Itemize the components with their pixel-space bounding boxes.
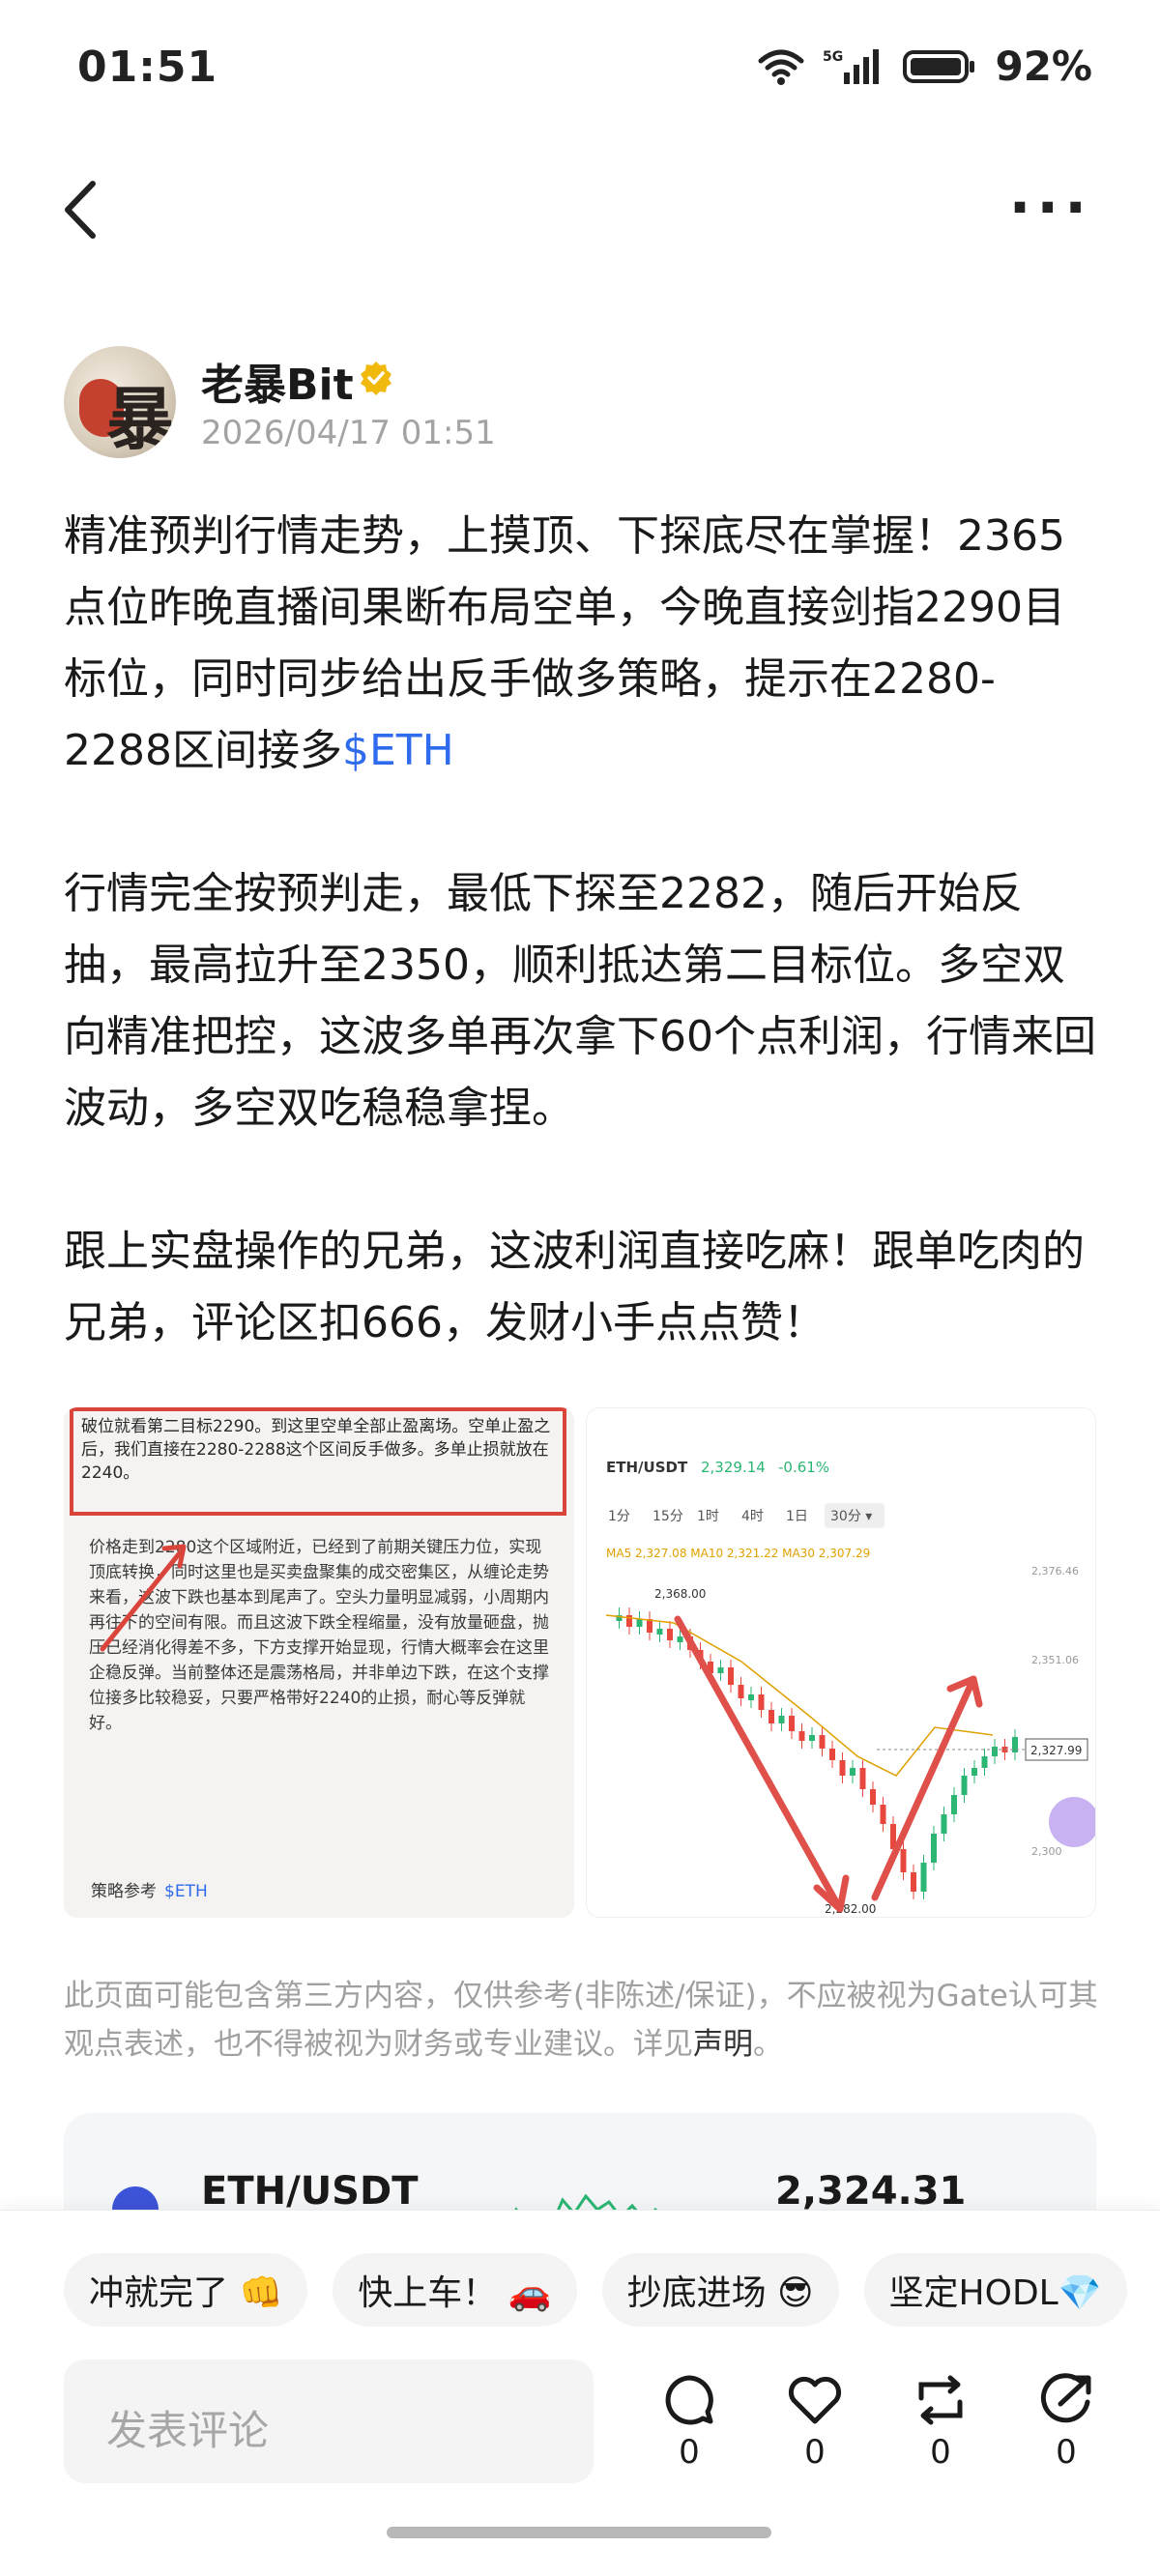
disclaimer-link[interactable]: 声明	[693, 2027, 753, 2062]
candle-body	[951, 1795, 957, 1814]
post-paragraph-3: 跟上实盘操作的兄弟，这波利润直接吃麻！跟单吃肉的兄弟，评论区扣666，发财小手点…	[64, 1227, 1085, 1347]
share-icon	[1040, 2373, 1091, 2423]
candle-body	[900, 1849, 907, 1872]
post-image-chart[interactable]: ETH/USDT 2,329.14 -0.61% 1分 15分 1时 4时 1日 30分 …	[586, 1407, 1096, 1918]
battery-percent: 92%	[995, 43, 1092, 90]
candle-body	[819, 1735, 826, 1749]
post-image-notes[interactable]: 破位就看第二目标2290。到这里空单全部止盈离场。空单止盈之后，我们直接在228…	[64, 1407, 574, 1918]
candle-body	[728, 1667, 734, 1685]
chart-axis-2: 2,351.06	[1031, 1654, 1079, 1666]
post-paragraph-2: 行情完全按预判走，最低下探至2282，随后开始反抽，最高拉升至2350，顺利抵达…	[64, 869, 1096, 1133]
heart-icon	[788, 2376, 842, 2424]
timeframe-tab[interactable]: 4时	[741, 1509, 764, 1524]
status-bar: 01:51 5G 92%	[0, 0, 1160, 145]
like-count: 0	[804, 2433, 826, 2472]
candle-body	[758, 1694, 765, 1710]
chip-reply-3[interactable]: 抄底进场 😎	[601, 2253, 839, 2327]
candle-body	[931, 1834, 937, 1863]
candle-body	[859, 1768, 866, 1789]
note-body-text: 价格走到2280这个区域附近，已经到了前期关键压力位，实现顶底转换，同时这里也是…	[89, 1538, 549, 1733]
candle-body	[839, 1760, 846, 1776]
home-indicator[interactable]	[387, 2527, 771, 2538]
bottom-panel: 冲就完了 👊 快上车！ 🚗 抄底进场 😎 坚定HODL💎 发表评论 0 0 0	[0, 2210, 1160, 2576]
comment-count: 0	[679, 2433, 700, 2472]
candle-body	[717, 1667, 724, 1673]
chart-price: 2,329.14	[701, 1459, 766, 1476]
repost-button[interactable]: 0	[897, 2373, 984, 2472]
timeframe-tab[interactable]: 1时	[697, 1509, 719, 1524]
candle-body	[798, 1731, 805, 1741]
candle-body	[981, 1756, 988, 1768]
candle-body	[677, 1636, 683, 1642]
repost-count: 0	[930, 2433, 951, 2472]
candle-body	[992, 1747, 998, 1756]
back-icon[interactable]	[58, 176, 106, 244]
timeframe-tab[interactable]: 1分	[608, 1509, 630, 1524]
candle-body	[880, 1805, 886, 1824]
disclaimer: 此页面可能包含第三方内容，仅供参考(非陈述/保证)，不应被视为Gate认可其观点…	[64, 1979, 1098, 2062]
share-button[interactable]: 0	[1023, 2373, 1110, 2472]
note-box-text: 破位就看第二目标2290。到这里空单全部止盈离场。空单止盈之后，我们直接在228…	[81, 1417, 551, 1483]
candle-body	[636, 1619, 643, 1627]
post-content: 精准预判行情走势，上摸顶、下探底尽在掌握！2365点位昨晚直播间果断布局空单，今…	[64, 501, 1098, 1431]
comment-input[interactable]: 发表评论	[64, 2359, 594, 2483]
repost-icon	[918, 2375, 963, 2425]
quick-reply-chips: 冲就完了 👊 快上车！ 🚗 抄底进场 😎 坚定HODL💎	[64, 2253, 1127, 2327]
candle-body	[667, 1629, 673, 1640]
ticker-pair: ETH/USDT	[201, 2169, 419, 2214]
note-footer-tag: $ETH	[164, 1882, 208, 1901]
comment-placeholder: 发表评论	[106, 2407, 270, 2454]
chip-reply-4[interactable]: 坚定HODL💎	[863, 2253, 1127, 2327]
comment-icon	[665, 2375, 713, 2425]
chart-ma-text: MA5 2,327.08 MA10 2,321.22 MA30 2,307.29	[606, 1547, 870, 1560]
comment-button[interactable]: 0	[646, 2373, 733, 2472]
candle-body	[768, 1710, 774, 1723]
candle-body	[809, 1735, 815, 1741]
timeframe-tab[interactable]: 15分	[652, 1509, 683, 1524]
author-name[interactable]: 老暴Bit	[201, 350, 354, 412]
battery-icon	[903, 49, 975, 83]
candle-body	[850, 1768, 856, 1776]
candle-body	[829, 1749, 835, 1760]
candle-body	[1012, 1737, 1018, 1752]
post-paragraph-1: 精准预判行情走势，上摸顶、下探底尽在掌握！2365点位昨晚直播间果断布局空单，今…	[64, 511, 1065, 775]
chart-pair: ETH/USDT	[606, 1459, 688, 1476]
candle-body	[911, 1872, 916, 1892]
timeframe-tab[interactable]: 1日	[786, 1509, 808, 1524]
share-count: 0	[1056, 2433, 1077, 2472]
post-timestamp: 2026/04/17 01:51	[201, 414, 496, 452]
candle-body	[656, 1629, 663, 1635]
candle-body	[789, 1716, 795, 1731]
candle-body	[738, 1685, 744, 1698]
wifi-icon	[758, 49, 804, 85]
candle-body	[972, 1768, 977, 1776]
candle-body	[748, 1694, 754, 1700]
ticker-price: 2,324.31	[775, 2169, 967, 2214]
candle-body	[961, 1776, 968, 1795]
status-time: 01:51	[77, 43, 218, 92]
candle-body	[941, 1814, 947, 1834]
candle-body	[778, 1716, 785, 1723]
network-label: 5G	[823, 49, 843, 65]
candle-body	[870, 1789, 876, 1805]
avatar[interactable]: 暴	[64, 346, 176, 458]
chart-axis-3: 2,300	[1031, 1845, 1062, 1858]
status-icons: 5G 92%	[757, 43, 1092, 90]
chip-reply-1[interactable]: 冲就完了 👊	[64, 2253, 308, 2327]
chip-reply-2[interactable]: 快上车！ 🚗	[333, 2253, 577, 2327]
like-button[interactable]: 0	[771, 2373, 858, 2472]
candle-body	[920, 1863, 927, 1892]
note-footer: 策略参考	[91, 1882, 157, 1901]
chart-current-label: 2,327.99	[1030, 1744, 1082, 1757]
verified-badge-icon	[361, 362, 392, 395]
timeframe-tab[interactable]: 30分 ▾	[830, 1509, 872, 1524]
eth-tag-link[interactable]: $ETH	[342, 726, 454, 775]
more-options-icon[interactable]: ···	[1009, 179, 1092, 237]
chart-change: -0.61%	[778, 1459, 829, 1476]
chart-axis-1: 2,376.46	[1031, 1565, 1079, 1577]
signal-icon: 5G	[823, 48, 880, 84]
chart-high-label: 2,368.00	[654, 1587, 706, 1601]
